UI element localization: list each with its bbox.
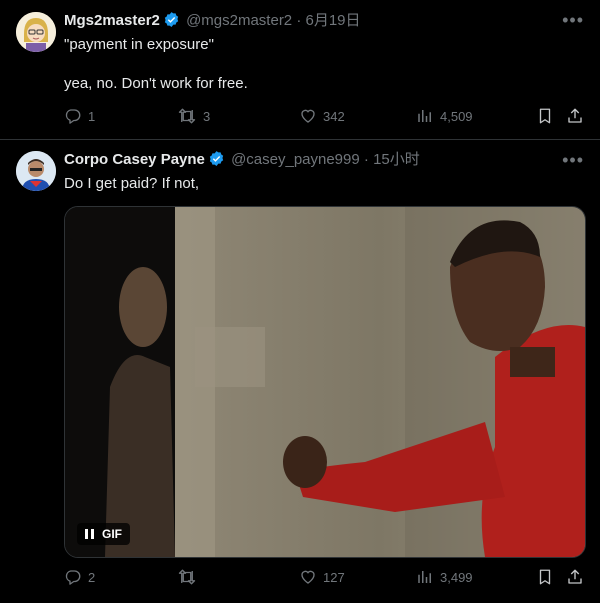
views-count: 4,509 — [440, 108, 473, 124]
timestamp[interactable]: 6月19日 — [306, 12, 361, 29]
bookmark-button[interactable] — [536, 106, 554, 126]
repost-button[interactable] — [177, 567, 203, 587]
tweet-text-line: yea, no. Don't work for free. — [64, 75, 248, 92]
verified-badge-icon — [163, 11, 180, 34]
share-button[interactable] — [566, 567, 584, 587]
reply-button[interactable]: 2 — [64, 567, 95, 587]
avatar-mgs2master2[interactable] — [16, 12, 56, 52]
heart-icon — [299, 107, 317, 125]
share-icon — [566, 107, 584, 125]
gif-badge[interactable]: GIF — [77, 523, 130, 545]
tweet-header: Mgs2master2 @mgs2master2 · 6月19日 — [64, 11, 361, 34]
repost-count: 3 — [203, 108, 211, 124]
heart-icon — [299, 568, 317, 586]
timestamp[interactable]: 15小时 — [373, 151, 420, 168]
like-count: 342 — [323, 108, 345, 124]
like-button[interactable]: 342 — [299, 106, 345, 126]
reply-count: 2 — [88, 569, 96, 585]
views-count: 3,499 — [440, 569, 473, 585]
handle[interactable]: @casey_payne999 — [231, 151, 360, 168]
views-icon — [416, 568, 434, 586]
avatar-casey-payne[interactable] — [16, 151, 56, 191]
gif-media[interactable]: GIF — [64, 206, 586, 558]
repost-icon — [177, 568, 197, 586]
tweet-text-line: "payment in exposure" — [64, 36, 214, 53]
reply-icon — [64, 107, 82, 125]
action-bar: 2 127 3,499 — [64, 567, 586, 587]
bookmark-icon — [536, 107, 554, 125]
handle[interactable]: @mgs2master2 — [186, 12, 292, 29]
pause-icon[interactable] — [85, 529, 94, 539]
verified-badge-icon — [208, 150, 225, 173]
bookmark-icon — [536, 568, 554, 586]
more-icon[interactable]: ••• — [562, 150, 584, 170]
gif-frame — [65, 207, 585, 557]
reply-button[interactable]: 1 — [64, 106, 95, 126]
views-button[interactable]: 4,509 — [416, 106, 473, 126]
more-icon[interactable]: ••• — [562, 10, 584, 30]
share-icon — [566, 568, 584, 586]
separator-dot: · — [363, 151, 369, 168]
display-name[interactable]: Corpo Casey Payne — [64, 151, 205, 168]
like-button[interactable]: 127 — [299, 567, 345, 587]
repost-button[interactable]: 3 — [177, 106, 210, 126]
tweet-2[interactable]: Corpo Casey Payne @casey_payne999 · 15小时… — [0, 140, 600, 603]
views-button[interactable]: 3,499 — [416, 567, 473, 587]
reply-icon — [64, 568, 82, 586]
reply-count: 1 — [88, 108, 96, 124]
bookmark-button[interactable] — [536, 567, 554, 587]
tweet-text-line: Do I get paid? If not, — [64, 175, 200, 192]
repost-icon — [177, 107, 197, 125]
tweet-header: Corpo Casey Payne @casey_payne999 · 15小时 — [64, 150, 420, 173]
separator-dot: · — [296, 12, 302, 29]
display-name[interactable]: Mgs2master2 — [64, 12, 160, 29]
like-count: 127 — [323, 569, 345, 585]
share-button[interactable] — [566, 106, 584, 126]
tweet-1[interactable]: Mgs2master2 @mgs2master2 · 6月19日 ••• "pa… — [0, 0, 600, 140]
gif-label: GIF — [102, 527, 122, 541]
views-icon — [416, 107, 434, 125]
action-bar: 1 3 342 4,509 — [64, 106, 586, 126]
